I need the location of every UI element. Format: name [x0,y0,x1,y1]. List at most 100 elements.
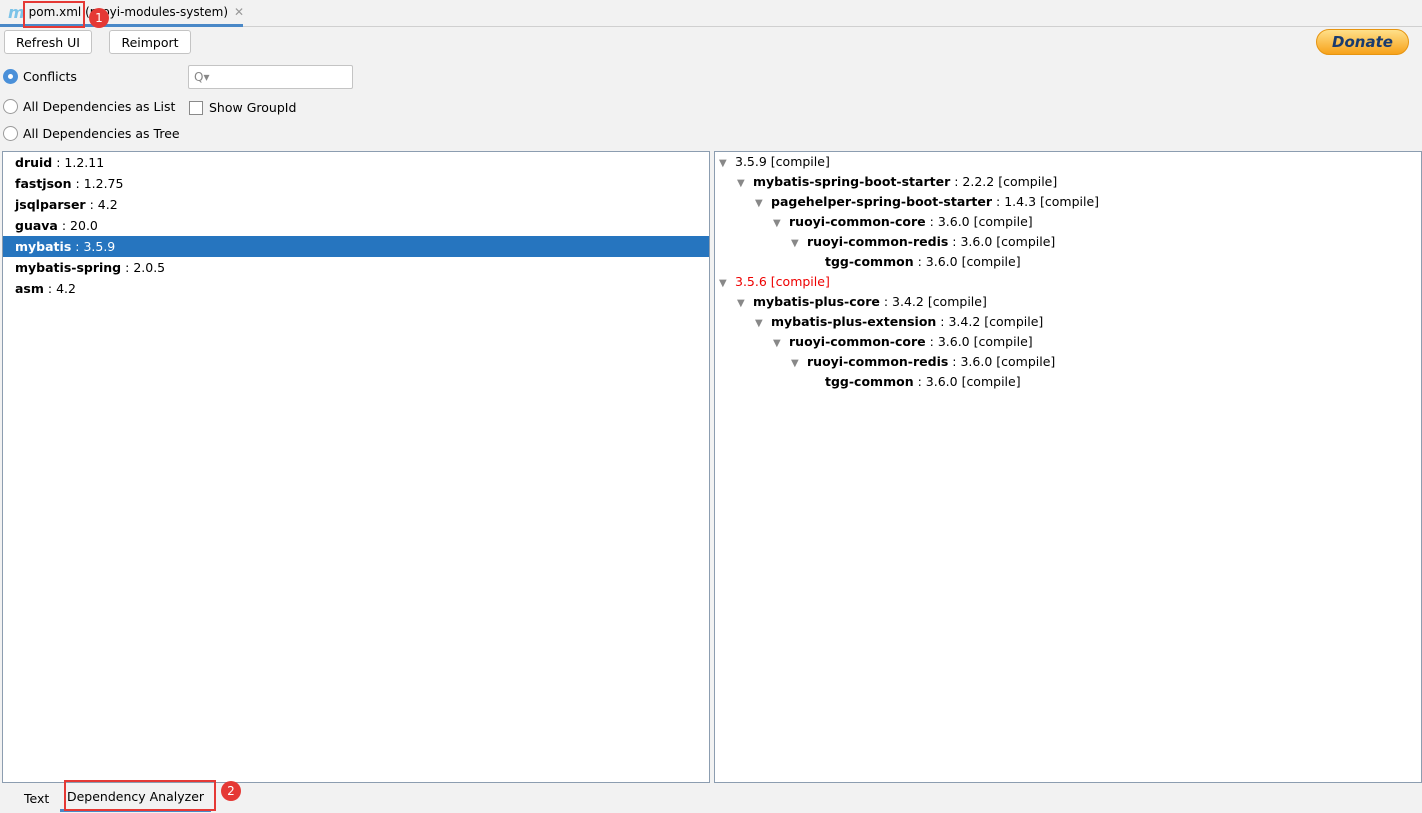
tree-node[interactable]: ▼ pagehelper-spring-boot-starter : 1.4.3 … [715,192,1421,212]
dependency-version: 3.5.6 [735,274,767,289]
conflicts-list[interactable]: druid : 1.2.11 fastjson : 1.2.75 jsqlparse… [2,151,710,783]
dependency-name: jsqlparser [15,197,86,212]
dependency-version: 20.0 [70,218,98,233]
dependency-scope: [compile] [927,294,987,309]
tree-node[interactable]: ▼ mybatis-plus-extension : 3.4.2 [compile… [715,312,1421,332]
donate-button[interactable]: Donate [1316,29,1409,55]
show-groupid-checkbox[interactable]: Show GroupId [189,100,296,115]
reimport-button[interactable]: Reimport [109,30,191,54]
separator: : [992,194,1005,209]
radio-conflicts[interactable]: Conflicts [3,69,77,84]
radio-label: Conflicts [23,69,77,84]
radio-icon [3,126,18,141]
tree-node[interactable]: ▼ ruoyi-common-redis : 3.6.0 [compile] [715,232,1421,252]
tree-node[interactable]: ▼ ruoyi-common-redis : 3.6.0 [compile] [715,352,1421,372]
dependency-name: tgg-common [825,254,914,269]
separator: : [879,294,893,309]
tree-node[interactable]: ▼ mybatis-spring-boot-starter : 2.2.2 [co… [715,172,1421,192]
separator: : [936,314,949,329]
tree-node[interactable]: ▼ ruoyi-common-core : 3.6.0 [compile] [715,212,1421,232]
radio-icon [3,99,18,114]
separator: : [85,197,98,212]
expand-triangle-icon[interactable]: ▼ [755,194,771,214]
dependency-scope: [compile] [961,254,1021,269]
dependency-version: 3.6.0 [925,254,958,269]
dependency-version: 3.6.0 [960,234,993,249]
dependency-name: ruoyi-common-core [789,214,926,229]
list-item[interactable]: guava : 20.0 [3,215,709,236]
refresh-ui-button[interactable]: Refresh UI [4,30,92,54]
list-item[interactable]: mybatis : 3.5.9 [3,236,709,257]
tree-node[interactable]: ▼ ruoyi-common-core : 3.6.0 [compile] [715,332,1421,352]
separator: : [948,354,961,369]
list-item[interactable]: asm : 4.2 [3,278,709,299]
tab-text[interactable]: Text [24,784,49,812]
dependency-version: 3.6.0 [937,334,970,349]
tree-node[interactable]: tgg-common : 3.6.0 [compile] [715,372,1421,392]
separator: : [52,155,65,170]
expand-triangle-icon[interactable]: ▼ [719,154,735,174]
dependency-scope: [compile] [996,234,1056,249]
dependency-name: ruoyi-common-core [789,334,926,349]
dependency-name: tgg-common [825,374,914,389]
annotation-box-1 [23,1,85,28]
dependency-tree[interactable]: ▼ 3.5.9 [compile] ▼ mybatis-spring-boot-sta… [714,151,1422,783]
list-item[interactable]: druid : 1.2.11 [3,152,709,173]
dependency-version: 4.2 [56,281,76,296]
dependency-version: 2.2.2 [962,174,995,189]
tree-node[interactable]: ▼ 3.5.9 [compile] [715,152,1421,172]
separator: : [71,176,84,191]
close-icon[interactable]: ✕ [234,5,244,19]
dependency-scope: [compile] [998,174,1058,189]
separator: : [71,239,84,254]
dependency-version: 3.6.0 [925,374,958,389]
radio-label: All Dependencies as Tree [23,126,180,141]
expand-triangle-icon[interactable]: ▼ [791,354,807,374]
dependency-version: 2.0.5 [133,260,166,275]
separator: : [913,254,926,269]
expand-triangle-icon[interactable]: ▼ [755,314,771,334]
list-item[interactable]: fastjson : 1.2.75 [3,173,709,194]
radio-selected-icon [3,69,18,84]
dependency-name: mybatis-spring [15,260,122,275]
separator: : [913,374,926,389]
checkbox-label: Show GroupId [209,100,297,115]
separator: : [57,218,71,233]
search-input[interactable]: Q▾ [188,65,353,89]
dependency-name: ruoyi-common-redis [807,354,949,369]
dependency-scope: [compile] [1040,194,1100,209]
separator: : [950,174,963,189]
checkbox-icon [189,100,203,115]
expand-triangle-icon[interactable]: ▼ [791,234,807,254]
dependency-version: 1.4.3 [1004,194,1037,209]
separator: : [948,234,961,249]
dependency-scope: [compile] [770,154,830,169]
expand-triangle-icon[interactable]: ▼ [719,274,735,294]
expand-triangle-icon[interactable]: ▼ [737,294,753,314]
radio-all-dependencies-list[interactable]: All Dependencies as List [3,99,175,114]
dependency-version: 4.2 [97,197,118,212]
annotation-badge-2: 2 [221,781,241,801]
expand-triangle-icon[interactable]: ▼ [773,214,789,234]
expand-triangle-icon[interactable]: ▼ [737,174,753,194]
list-item[interactable]: mybatis-spring : 2.0.5 [3,257,709,278]
expand-triangle-icon[interactable]: ▼ [773,334,789,354]
list-item[interactable]: jsqlparser : 4.2 [3,194,709,215]
tree-node[interactable]: ▼ mybatis-plus-core : 3.4.2 [compile] [715,292,1421,312]
tree-node[interactable]: tgg-common : 3.6.0 [compile] [715,252,1421,272]
annotation-box-2 [64,780,216,811]
dependency-name: ruoyi-common-redis [807,234,949,249]
search-icon: Q▾ [194,70,210,84]
radio-all-dependencies-tree[interactable]: All Dependencies as Tree [3,126,180,141]
dependency-version: 3.4.2 [948,314,981,329]
radio-label: All Dependencies as List [23,99,176,114]
dependency-version: 1.2.11 [64,155,105,170]
dependency-scope: [compile] [770,274,830,289]
dependency-scope: [compile] [973,214,1033,229]
tree-node[interactable]: ▼ 3.5.6 [compile] [715,272,1421,292]
dependency-name: fastjson [15,176,72,191]
dependency-name: mybatis [15,239,72,254]
dependency-name: guava [15,218,58,233]
dependency-version: 3.6.0 [937,214,970,229]
dependency-name: mybatis-plus-extension [771,314,937,329]
